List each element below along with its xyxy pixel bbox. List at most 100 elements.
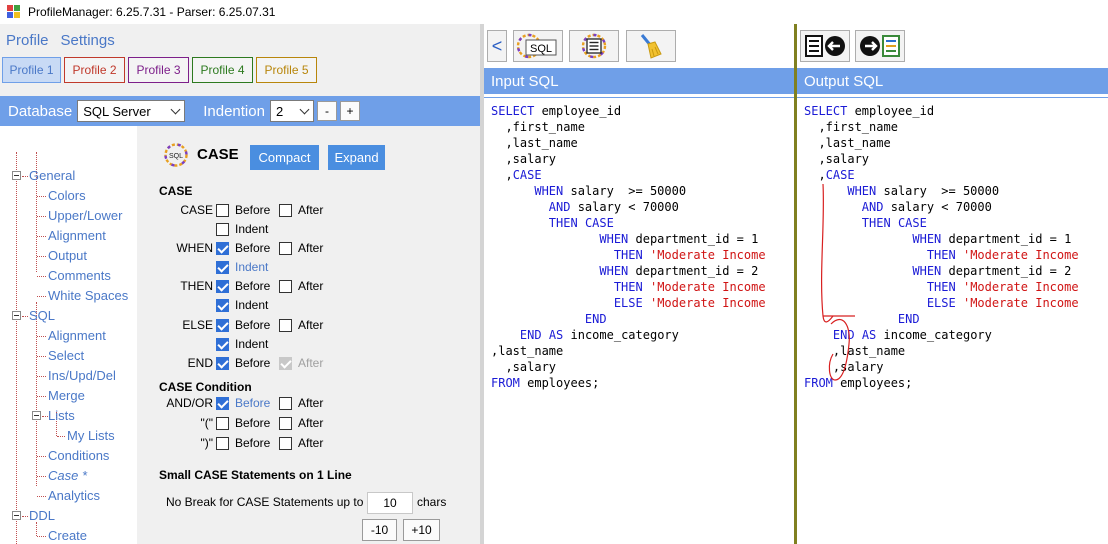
app-icon xyxy=(7,5,21,19)
case-after-checkbox[interactable] xyxy=(279,204,292,217)
case-before-checkbox[interactable] xyxy=(216,204,229,217)
tree-white-spaces[interactable]: White Spaces xyxy=(48,288,128,303)
else-indent-checkbox[interactable] xyxy=(216,338,229,351)
indention-plus-button[interactable]: + xyxy=(339,101,360,121)
svg-text:SQL: SQL xyxy=(169,153,183,160)
end-after-label: After xyxy=(298,356,324,370)
case-sql-icon: SQL xyxy=(164,143,188,167)
input-sql-header: Input SQL xyxy=(484,68,794,94)
copy-to-clipboard-button[interactable] xyxy=(855,30,905,62)
copy-to-input-button[interactable] xyxy=(800,30,850,62)
row-label-case: CASE xyxy=(180,203,213,217)
case-indent-checkbox[interactable] xyxy=(216,223,229,236)
input-sql-editor[interactable]: SELECT employee_id ,first_name ,last_nam… xyxy=(484,97,794,544)
indention-label: Indention xyxy=(203,102,265,120)
database-value: SQL Server xyxy=(83,103,151,119)
indention-value: 2 xyxy=(275,103,284,119)
compact-button[interactable]: Compact xyxy=(250,145,319,170)
open-paren-after-label: After xyxy=(298,416,324,430)
output-pane: Output SQL SELECT employee_id ,first_nam… xyxy=(797,24,1108,544)
format-list-button[interactable] xyxy=(569,30,619,62)
open-paren-before-checkbox[interactable] xyxy=(216,417,229,430)
tree-general[interactable]: General xyxy=(29,168,75,183)
tree-my-lists[interactable]: My Lists xyxy=(67,428,115,443)
tree-output[interactable]: Output xyxy=(48,248,87,263)
when-after-checkbox[interactable] xyxy=(279,242,292,255)
andor-after-checkbox[interactable] xyxy=(279,397,292,410)
end-before-checkbox[interactable] xyxy=(216,357,229,370)
tree-comments[interactable]: Comments xyxy=(48,268,111,283)
no-break-chars-input[interactable]: 10 xyxy=(367,492,413,514)
profile-2-button[interactable]: Profile 2 xyxy=(64,57,125,83)
sql-format-icon: SQL xyxy=(516,33,557,59)
profile-3-button[interactable]: Profile 3 xyxy=(128,57,189,83)
else-after-checkbox[interactable] xyxy=(279,319,292,332)
else-before-checkbox[interactable] xyxy=(216,319,229,332)
indention-select[interactable]: 2 xyxy=(269,100,314,122)
else-before-label: Before xyxy=(235,318,271,332)
profile-1-button[interactable]: Profile 1 xyxy=(2,57,61,83)
window-title: ProfileManager: 6.25.7.31 - Parser: 6.25… xyxy=(28,5,276,19)
open-paren-after-checkbox[interactable] xyxy=(279,417,292,430)
tree-collapse-icon[interactable] xyxy=(12,311,21,320)
close-paren-before-label: Before xyxy=(235,436,271,450)
when-indent-checkbox[interactable] xyxy=(216,261,229,274)
when-indent-label: Indent xyxy=(235,260,269,274)
section-case: CASE xyxy=(159,184,193,198)
output-sql-editor[interactable]: SELECT employee_id ,first_name ,last_nam… xyxy=(797,97,1108,544)
andor-before-checkbox[interactable] xyxy=(216,397,229,410)
close-paren-before-checkbox[interactable] xyxy=(216,437,229,450)
row-label-when: WHEN xyxy=(176,241,213,255)
tree-merge[interactable]: Merge xyxy=(48,388,85,403)
expand-button[interactable]: Expand xyxy=(328,145,385,170)
format-sql-button[interactable]: SQL xyxy=(513,30,563,62)
tree-conditions[interactable]: Conditions xyxy=(48,448,109,463)
case-indent-label: Indent xyxy=(235,222,269,236)
then-indent-checkbox[interactable] xyxy=(216,299,229,312)
end-after-checkbox xyxy=(279,357,292,370)
copy-right-icon xyxy=(860,35,900,57)
profile-4-button[interactable]: Profile 4 xyxy=(192,57,253,83)
tree-collapse-icon[interactable] xyxy=(12,511,21,520)
menu-settings[interactable]: Settings xyxy=(61,32,115,49)
tree-create[interactable]: Create xyxy=(48,528,87,543)
tree-sql-alignment[interactable]: Alignment xyxy=(48,328,106,343)
tree-colors[interactable]: Colors xyxy=(48,188,86,203)
tree-general-alignment[interactable]: Alignment xyxy=(48,228,106,243)
close-paren-after-checkbox[interactable] xyxy=(279,437,292,450)
tree-ddl[interactable]: DDL xyxy=(29,508,55,523)
tree-analytics[interactable]: Analytics xyxy=(48,488,100,503)
title-bar: ProfileManager: 6.25.7.31 - Parser: 6.25… xyxy=(0,0,1108,24)
tree-select[interactable]: Select xyxy=(48,348,84,363)
input-toolbar: < SQL xyxy=(484,24,794,68)
then-after-checkbox[interactable] xyxy=(279,280,292,293)
when-before-checkbox[interactable] xyxy=(216,242,229,255)
then-after-label: After xyxy=(298,279,324,293)
plus-10-button[interactable]: +10 xyxy=(403,519,440,541)
back-arrow-icon: < xyxy=(491,35,503,56)
row-label-end: END xyxy=(187,356,213,370)
section-case-condition: CASE Condition xyxy=(159,380,252,394)
menu-bar: Profile Settings xyxy=(0,24,117,56)
broom-icon xyxy=(640,34,662,59)
back-button[interactable]: < xyxy=(487,30,507,62)
case-after-label: After xyxy=(298,203,324,217)
tree-upper-lower[interactable]: Upper/Lower xyxy=(48,208,122,223)
tree-case[interactable]: Case * xyxy=(48,468,87,483)
profile-5-button[interactable]: Profile 5 xyxy=(256,57,317,83)
tree-lists[interactable]: Lists xyxy=(48,408,75,423)
tree-ins-upd-del[interactable]: Ins/Upd/Del xyxy=(48,368,116,383)
indention-minus-button[interactable]: - xyxy=(316,101,337,121)
clear-button[interactable] xyxy=(626,30,676,62)
tree-collapse-icon[interactable] xyxy=(32,411,41,420)
copy-left-icon xyxy=(805,35,845,57)
tree-sql[interactable]: SQL xyxy=(29,308,55,323)
database-select[interactable]: SQL Server xyxy=(77,100,186,122)
section-small-case: Small CASE Statements on 1 Line xyxy=(159,468,352,482)
row-label-and-or: AND/OR xyxy=(166,396,213,410)
menu-profile[interactable]: Profile xyxy=(6,32,49,49)
minus-10-button[interactable]: -10 xyxy=(362,519,397,541)
tree-collapse-icon[interactable] xyxy=(12,171,21,180)
then-before-checkbox[interactable] xyxy=(216,280,229,293)
open-paren-before-label: Before xyxy=(235,416,271,430)
